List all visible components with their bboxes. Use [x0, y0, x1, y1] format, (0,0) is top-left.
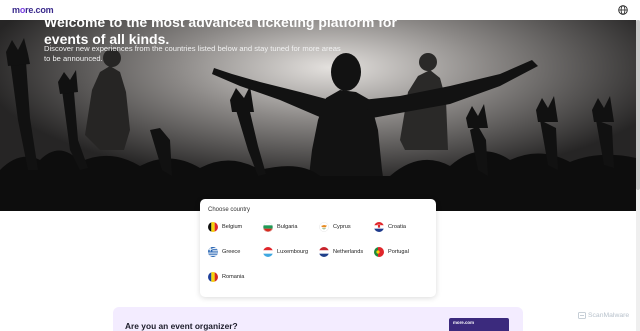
country-name: Portugal — [388, 248, 409, 255]
organizer-preview-image: more.com — [449, 318, 509, 331]
portugal-flag-icon — [374, 246, 384, 257]
romania-flag-icon — [208, 271, 218, 282]
netherlands-flag-icon — [319, 246, 329, 257]
country-name: Romania — [222, 273, 245, 280]
country-name: Croatia — [388, 223, 407, 230]
country-name: Belgium — [222, 223, 243, 230]
hero-subtitle: Discover new experiences from the countr… — [44, 44, 341, 63]
country-name: Netherlands — [333, 248, 364, 255]
country-option-croatia[interactable]: Croatia — [374, 221, 429, 232]
logo-text-end: re.com — [25, 5, 54, 15]
page-scrollbar[interactable] — [636, 0, 640, 331]
scrollbar-thumb[interactable] — [636, 20, 640, 190]
country-picker-card: Choose country Belgium Bulgaria Cyprus C… — [200, 199, 436, 297]
belgium-flag-icon — [208, 221, 218, 232]
scanmalware-watermark: ScanMalware — [578, 312, 629, 319]
watermark-logo-icon — [578, 312, 586, 319]
organizer-banner: Are you an event organizer? more.com — [113, 307, 523, 331]
logo-text-start: m — [12, 5, 20, 15]
organizer-heading: Are you an event organizer? — [125, 321, 238, 331]
country-option-cyprus[interactable]: Cyprus — [319, 221, 374, 232]
country-name: Greece — [222, 248, 241, 255]
site-logo[interactable]: more.com — [12, 5, 54, 15]
organizer-image-logo: more.com — [453, 320, 474, 325]
cyprus-flag-icon — [319, 221, 329, 232]
country-option-romania[interactable]: Romania — [208, 271, 263, 282]
croatia-flag-icon — [374, 221, 384, 232]
greece-flag-icon — [208, 246, 218, 257]
country-option-greece[interactable]: Greece — [208, 246, 263, 257]
bulgaria-flag-icon — [263, 221, 273, 232]
country-option-netherlands[interactable]: Netherlands — [319, 246, 374, 257]
country-name: Bulgaria — [277, 223, 298, 230]
country-picker-title: Choose country — [208, 207, 251, 213]
country-name: Cyprus — [333, 223, 351, 230]
country-option-portugal[interactable]: Portugal — [374, 246, 429, 257]
country-grid: Belgium Bulgaria Cyprus Croatia Greece L… — [208, 221, 428, 282]
luxembourg-flag-icon — [263, 246, 273, 257]
country-name: Luxembourg — [277, 248, 309, 255]
watermark-text: ScanMalware — [588, 312, 630, 319]
country-option-luxembourg[interactable]: Luxembourg — [263, 246, 319, 257]
country-option-bulgaria[interactable]: Bulgaria — [263, 221, 319, 232]
globe-icon[interactable] — [618, 5, 628, 15]
hero-banner: Welcome to the most advanced ticketing p… — [0, 0, 636, 211]
country-option-belgium[interactable]: Belgium — [208, 221, 263, 232]
top-navigation-bar: more.com — [0, 0, 640, 20]
